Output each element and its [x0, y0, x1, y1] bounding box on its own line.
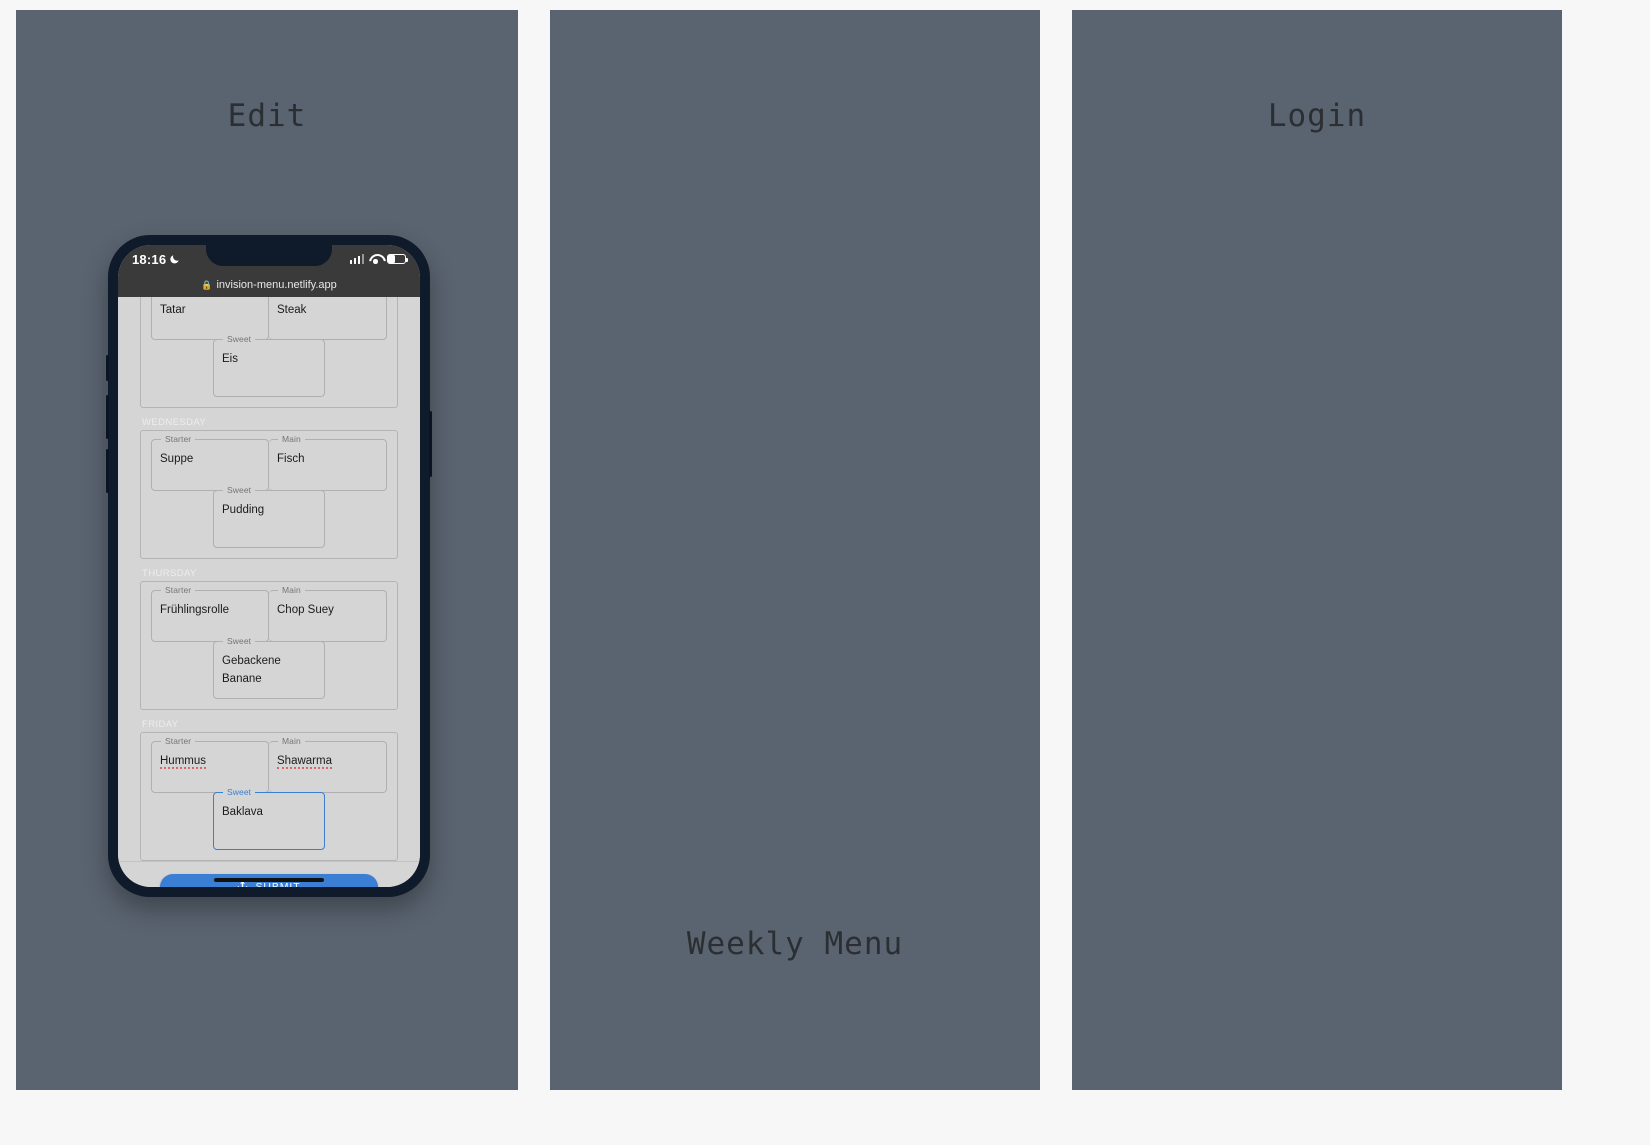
starter-value: Hummus — [160, 755, 207, 769]
main-value: Chop Suey — [277, 604, 334, 616]
main-legend: Main — [278, 736, 305, 746]
sweet-value: Eis — [222, 353, 238, 365]
phone-mockup-edit: 18:16 🔒 invision-menu.netlify.app Tatar … — [106, 235, 432, 897]
starter-field[interactable]: Starter Suppe — [151, 434, 269, 491]
main-legend: Main — [278, 434, 305, 444]
phone-power-button — [429, 411, 432, 477]
starter-legend: Starter — [161, 585, 196, 595]
starter-main-row: Tatar Steak — [151, 297, 387, 340]
sweet-field[interactable]: Sweet Gebackene Banane — [213, 636, 325, 699]
sweet-legend: Sweet — [223, 636, 256, 646]
wifi-icon — [369, 254, 382, 264]
day-block-thursday: THURSDAY Starter Frühlingsrolle Main Cho… — [118, 568, 420, 710]
url-text: invision-menu.netlify.app — [216, 279, 337, 291]
form-actions: SUBMIT SHOW MENU — [118, 861, 420, 887]
battery-icon — [387, 254, 409, 264]
main-legend: Main — [278, 585, 305, 595]
day-label-friday: FRIDAY — [142, 719, 179, 730]
sweet-value: Baklava — [222, 806, 263, 818]
starter-field[interactable]: Starter Frühlingsrolle — [151, 585, 269, 642]
screenshot-board: Edit 18:16 🔒 invision-menu.netlify.app T… — [0, 0, 1650, 1145]
sweet-field[interactable]: Sweet Eis — [213, 334, 325, 397]
main-field[interactable]: Main Shawarma — [269, 736, 387, 793]
panel-title-weekly-menu: Weekly Menu — [686, 926, 904, 962]
sweet-legend: Sweet — [223, 787, 256, 797]
sweet-legend: Sweet — [223, 334, 256, 344]
day-fieldset: Starter Frühlingsrolle Main Chop Suey Sw… — [140, 581, 398, 710]
phone-volume-up-button — [106, 395, 109, 439]
panel-edit: Edit 18:16 🔒 invision-menu.netlify.app T… — [16, 10, 518, 1090]
panel-title-login: Login — [1267, 98, 1367, 134]
day-fieldset: Starter Suppe Main Fisch Sweet Pudding — [140, 430, 398, 559]
day-label-wednesday: WEDNESDAY — [142, 417, 207, 428]
phone-side-button — [106, 355, 109, 381]
starter-main-row: Starter Hummus Main Shawarma — [151, 736, 387, 793]
starter-main-row: Starter Suppe Main Fisch — [151, 434, 387, 491]
main-value: Steak — [277, 304, 307, 316]
day-label-thursday: THURSDAY — [142, 568, 197, 579]
day-block-friday: FRIDAY Starter Hummus Main Shawarma Swee… — [118, 719, 420, 861]
main-field[interactable]: Main Chop Suey — [269, 585, 387, 642]
main-value: Shawarma — [277, 755, 332, 769]
day-block-wednesday: WEDNESDAY Starter Suppe Main Fisch Sweet… — [118, 417, 420, 559]
starter-main-row: Starter Frühlingsrolle Main Chop Suey — [151, 585, 387, 642]
starter-value: Frühlingsrolle — [160, 604, 230, 616]
starter-value: Suppe — [160, 453, 194, 465]
url-bar-edit[interactable]: 🔒 invision-menu.netlify.app — [118, 273, 420, 297]
edit-form-scroll[interactable]: Tatar Steak Sweet Eis WEDNESDAY Starter … — [118, 297, 420, 887]
status-time-label: 18:16 — [132, 251, 167, 267]
cellular-bars-icon — [349, 254, 364, 264]
starter-value: Tatar — [160, 304, 186, 316]
status-time: 18:16 — [132, 252, 181, 267]
sweet-legend: Sweet — [223, 485, 256, 495]
lock-icon: 🔒 — [201, 279, 213, 290]
main-field[interactable]: Steak — [269, 297, 387, 340]
sweet-value: Gebackene Banane — [222, 655, 281, 685]
main-field[interactable]: Main Fisch — [269, 434, 387, 491]
starter-field[interactable]: Starter Hummus — [151, 736, 269, 793]
phone-screen-edit: 18:16 🔒 invision-menu.netlify.app Tatar … — [118, 245, 420, 887]
phone-volume-down-button — [106, 449, 109, 493]
day-fieldset: Tatar Steak Sweet Eis — [140, 297, 398, 408]
home-indicator — [214, 878, 324, 882]
panel-title-edit: Edit — [227, 98, 307, 134]
status-indicators — [349, 254, 409, 264]
sweet-value: Pudding — [222, 504, 265, 516]
crescent-moon-icon — [170, 252, 181, 267]
panel-login: Login 18:17 — [1072, 10, 1562, 1090]
sweet-field[interactable]: Sweet Baklava — [213, 787, 325, 850]
day-block-partial: Tatar Steak Sweet Eis — [118, 297, 420, 408]
starter-legend: Starter — [161, 434, 196, 444]
sweet-field[interactable]: Sweet Pudding — [213, 485, 325, 548]
phone-notch — [206, 245, 332, 266]
day-fieldset: Starter Hummus Main Shawarma Sweet Bakla… — [140, 732, 398, 861]
starter-legend: Starter — [161, 736, 196, 746]
main-value: Fisch — [277, 453, 305, 465]
panel-weekly-menu: Weekly Menu 18:17 — [550, 10, 1040, 1090]
